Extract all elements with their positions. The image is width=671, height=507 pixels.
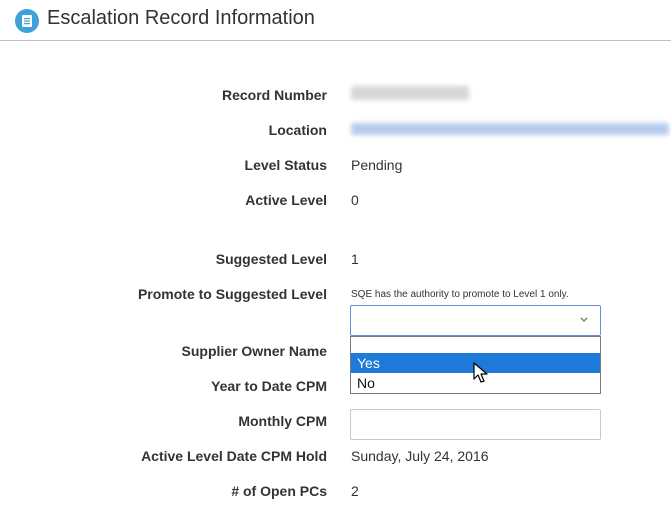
location-link[interactable] — [351, 121, 669, 139]
promote-label: Promote to Suggested Level — [137, 286, 327, 302]
mouse-pointer-icon — [473, 362, 488, 383]
supplier-owner-name-label: Supplier Owner Name — [181, 343, 327, 359]
chevron-down-icon — [580, 317, 588, 322]
level-status-value: Pending — [351, 157, 403, 173]
open-pcs-value: 2 — [351, 483, 359, 499]
active-level-date-value: Sunday, July 24, 2016 — [351, 448, 489, 464]
open-pcs-label: # of Open PCs — [231, 483, 327, 499]
record-number-label: Record Number — [221, 87, 327, 103]
dropdown-option-blank[interactable] — [351, 337, 600, 353]
page-header: Escalation Record Information — [0, 0, 671, 41]
record-number-value — [351, 86, 469, 104]
active-level-date-label: Active Level Date CPM Hold — [141, 448, 327, 464]
level-status-label: Level Status — [244, 157, 327, 173]
active-level-label: Active Level — [245, 192, 327, 208]
promote-select[interactable] — [350, 305, 601, 336]
record-number-redacted — [351, 86, 469, 100]
location-redacted — [351, 123, 669, 135]
ytd-cpm-label: Year to Date CPM — [211, 378, 327, 394]
page-title: Escalation Record Information — [47, 7, 315, 29]
location-label: Location — [268, 122, 327, 138]
suggested-level-value: 1 — [351, 251, 359, 267]
document-icon — [15, 9, 39, 33]
suggested-level-label: Suggested Level — [215, 251, 327, 267]
active-level-value: 0 — [351, 192, 359, 208]
promote-hint: SQE has the authority to promote to Leve… — [351, 289, 569, 300]
monthly-cpm-input[interactable] — [350, 409, 601, 440]
monthly-cpm-label: Monthly CPM — [238, 413, 327, 429]
